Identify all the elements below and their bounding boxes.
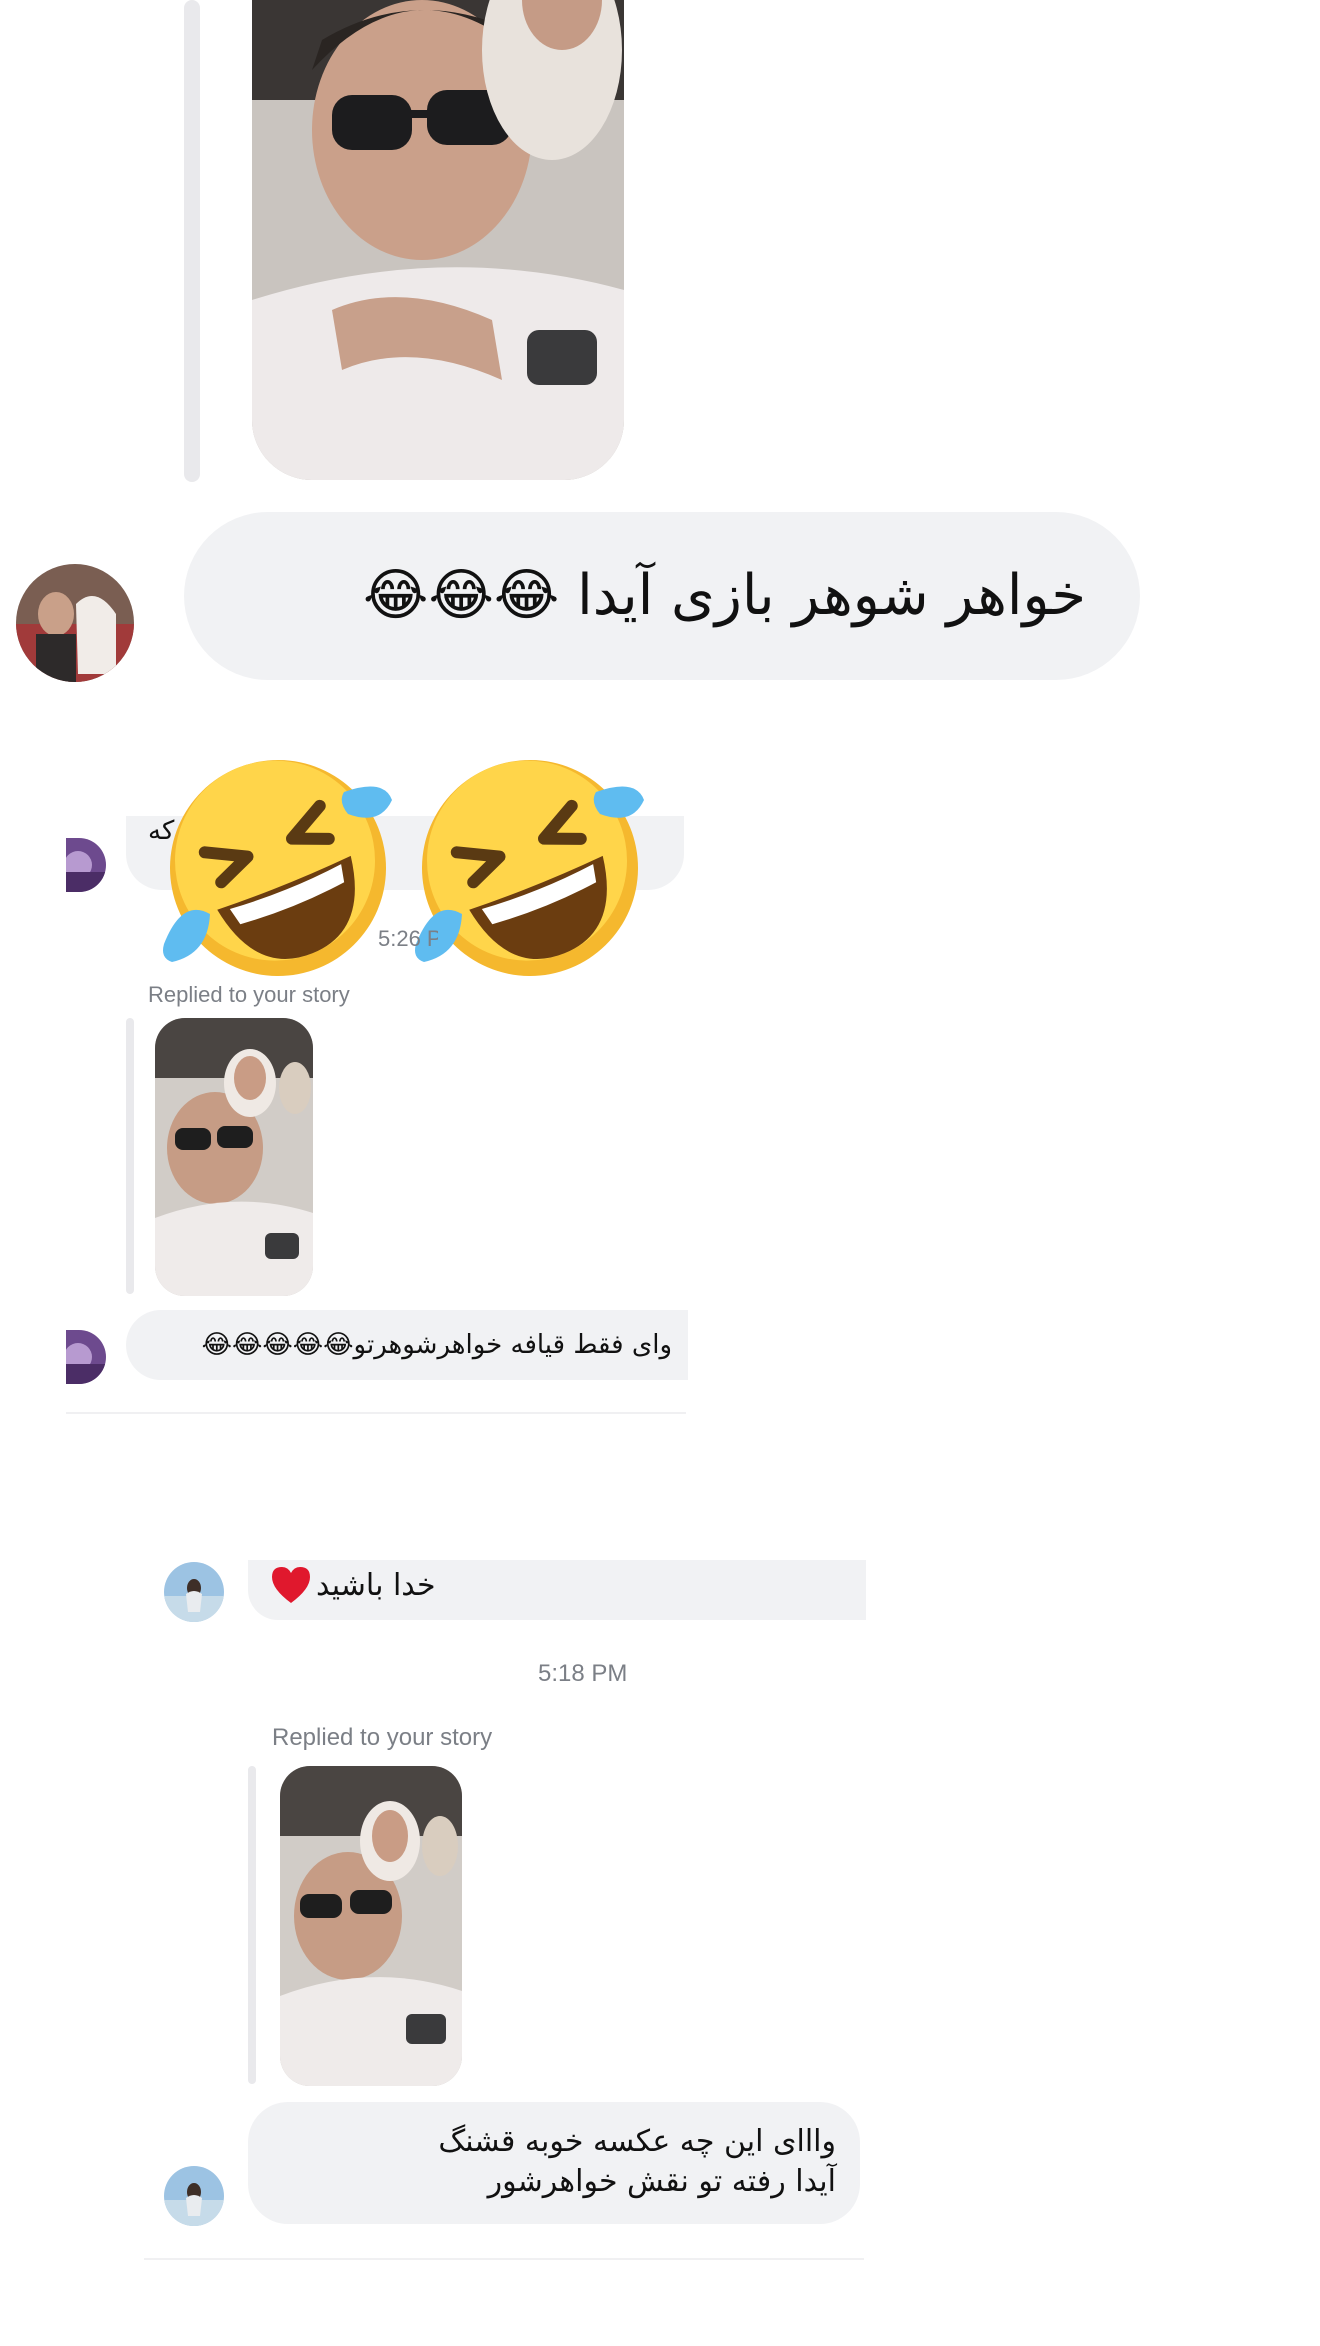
rolling-on-floor-laughing-icon — [410, 748, 650, 988]
timestamp: 5:18 PM — [538, 1660, 628, 1687]
timestamp: 5:26 PM — [378, 926, 438, 951]
sender-avatar-small[interactable] — [66, 1330, 106, 1384]
story-thumbnail[interactable] — [280, 1766, 462, 2086]
rolling-on-floor-laughing-icon — [158, 748, 398, 988]
sender-avatar[interactable] — [164, 2166, 224, 2226]
sender-avatar[interactable] — [164, 1562, 224, 1622]
message-bubble[interactable]: وای فقط قیافه خواهرشوهرتو😂😂😂😂😂 — [126, 1310, 688, 1380]
divider — [66, 1412, 686, 1414]
reply-label: Replied to your story — [148, 982, 350, 1007]
message-text: وای فقط قیافه خواهرشوهرتو😂😂😂😂😂 — [201, 1330, 672, 1360]
sender-avatar-small[interactable] — [66, 838, 106, 892]
story-thumbnail-large[interactable] — [252, 0, 624, 480]
message-bubble[interactable]: وااای این چه عکسه خوبه قشنگ آیدا رفته تو… — [248, 2102, 860, 2224]
reply-label: Replied to your story — [272, 1724, 493, 1751]
message-text: خدا باشید — [316, 1567, 436, 1603]
reply-quote-bar — [184, 0, 200, 482]
sender-avatar[interactable] — [16, 564, 134, 682]
divider — [144, 2258, 864, 2260]
message-text: وااای این چه عکسه خوبه قشنگ آیدا رفته تو… — [438, 2124, 836, 2199]
message-text: خواهر شوهر بازی آیدا 😂😂😂 — [363, 563, 1086, 628]
reply-quote-bar — [126, 1018, 134, 1294]
red-heart-icon — [270, 1565, 312, 1605]
reply-quote-bar — [248, 1766, 256, 2084]
message-bubble[interactable]: خواهر شوهر بازی آیدا 😂😂😂 — [184, 512, 1140, 680]
story-thumbnail[interactable] — [155, 1018, 313, 1296]
message-bubble-partial[interactable]: خدا باشید — [248, 1560, 866, 1620]
